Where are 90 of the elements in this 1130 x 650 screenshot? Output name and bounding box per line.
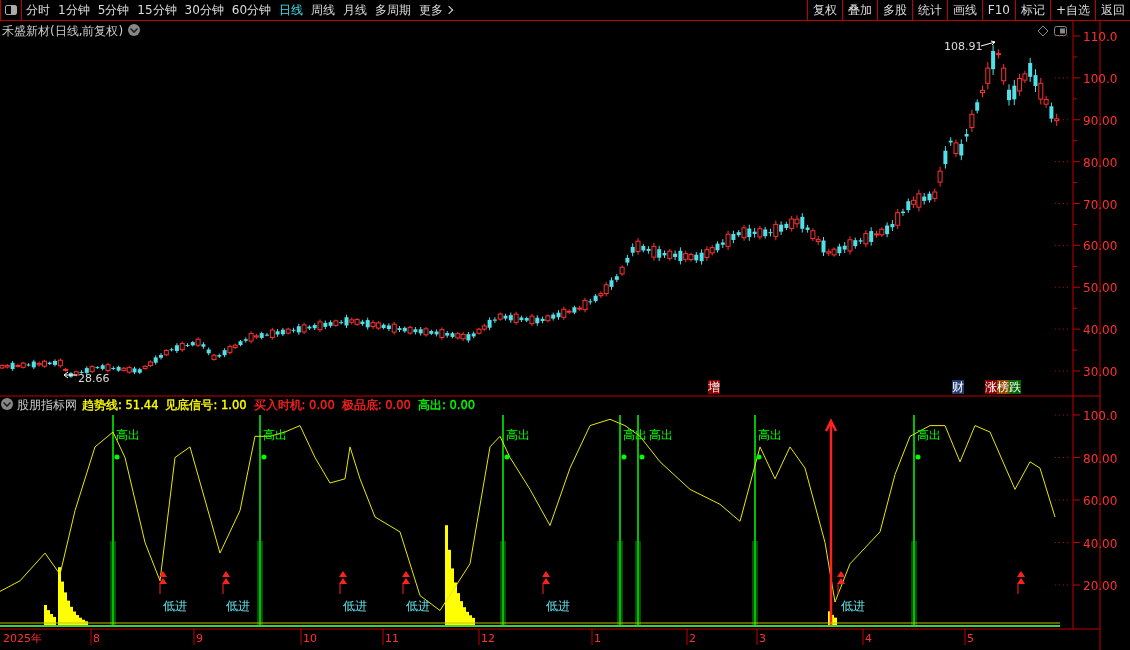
date-label: 5 [967, 632, 974, 645]
event-tag: 财 [952, 380, 964, 394]
legend-value: 见底信号: 1.00 [165, 398, 247, 412]
period-tab[interactable]: 60分钟 [227, 0, 276, 20]
period-tab[interactable]: 月线 [339, 0, 372, 20]
signal-label: 低进 [163, 599, 187, 613]
up-arrow-icon [402, 571, 410, 595]
period-tab[interactable]: 分时 [22, 0, 54, 20]
axis-label: 90.00 [1083, 113, 1118, 128]
toolbar-button[interactable]: 多股 [876, 0, 912, 20]
axis-label: 60.00 [1083, 239, 1118, 254]
indicator-name: 股朋指标网 [17, 398, 77, 412]
up-arrow-icon [159, 571, 167, 595]
axis-label: 80.00 [1083, 451, 1118, 466]
up-arrow-icon [222, 571, 230, 595]
signal-dot-icon [114, 454, 120, 460]
event-tag: 增 [708, 380, 720, 394]
period-tab[interactable]: 30分钟 [180, 0, 228, 20]
date-label: 3 [759, 632, 766, 645]
collapse-icon [1, 398, 13, 410]
toolbar-button[interactable]: 画线 [946, 0, 982, 20]
toolbar-button[interactable]: 标记 [1014, 0, 1050, 20]
axis-label: 50.00 [1083, 281, 1118, 296]
event-tag: 榜 [997, 380, 1009, 394]
signal-label: 低进 [343, 599, 367, 613]
stock-title: 禾盛新材(日线,前复权) [2, 24, 124, 38]
axis-label: 20.00 [1083, 579, 1118, 593]
signal-dot-icon [756, 454, 762, 460]
axis-label: 30.00 [1083, 365, 1118, 379]
up-arrow-icon [1017, 571, 1025, 595]
high-price-label: 108.91 [944, 40, 983, 53]
signal-arrow-icon [824, 418, 838, 628]
signal-label: 低进 [546, 599, 570, 613]
axis-label: 40.00 [1083, 536, 1118, 551]
legend-value: 高出: 0.00 [417, 398, 475, 412]
date-label: 8 [93, 632, 100, 645]
period-tab[interactable]: 日线 [275, 0, 308, 20]
toolbar-button[interactable]: +自选 [1049, 0, 1095, 20]
toolbar-button[interactable]: 叠加 [841, 0, 877, 20]
signal-dot-icon [261, 454, 267, 460]
toolbar-button[interactable]: 复权 [806, 0, 842, 20]
date-label: 12 [481, 632, 495, 645]
signal-dot-icon [639, 454, 645, 460]
period-tab[interactable]: 多周期 [371, 0, 416, 20]
dropdown-icon [128, 24, 140, 36]
signal-label: 高出 [758, 428, 782, 442]
axis-label: 100.0 [1083, 409, 1118, 423]
date-label: 10 [303, 632, 317, 645]
date-label: 1 [594, 632, 601, 645]
axis-label: 80.00 [1083, 155, 1118, 170]
date-label: 2025年 [3, 632, 42, 645]
signal-dot-icon [621, 454, 627, 460]
signal-dot-icon [915, 454, 921, 460]
legend-value: 极品底: 0.00 [341, 398, 411, 412]
axis-label: 110.0 [1083, 30, 1118, 44]
toolbar-button[interactable]: 返回 [1095, 0, 1130, 20]
signal-label: 高出 [917, 428, 941, 442]
legend-value: 买入时机: 0.00 [253, 398, 335, 412]
low-price-label: 28.66 [78, 372, 110, 385]
date-label: 4 [865, 632, 872, 645]
period-tab[interactable]: 5分钟 [93, 0, 134, 20]
date-label: 9 [196, 632, 203, 645]
panel-toggle-icon[interactable] [0, 0, 22, 20]
axis-label: 70.00 [1083, 197, 1118, 212]
panel-toggle-icon [1054, 26, 1067, 36]
date-label: 11 [385, 632, 399, 645]
period-tab[interactable]: 1分钟 [54, 0, 94, 20]
diamond-icon [1037, 25, 1049, 37]
signal-label: 高出 [116, 428, 140, 442]
axis-label: 60.00 [1083, 494, 1118, 508]
up-arrow-icon [339, 571, 347, 595]
signal-label: 低进 [406, 599, 430, 613]
period-tab[interactable]: 15分钟 [133, 0, 181, 20]
signal-label: 高出 [506, 428, 530, 442]
toolbar-button[interactable]: F10 [981, 0, 1015, 20]
legend-value: 趋势线: 51.44 [82, 398, 159, 412]
axis-label: 100.0 [1083, 71, 1118, 86]
signal-label: 高出 [649, 428, 673, 442]
signal-label: 低进 [226, 599, 250, 613]
toolbar-button[interactable]: 统计 [911, 0, 947, 20]
up-arrow-icon [542, 571, 550, 595]
event-tag: 涨 [985, 380, 997, 394]
event-tag: 跌 [1009, 380, 1021, 394]
up-arrow-icon [837, 571, 845, 595]
period-tab[interactable]: 周线 [307, 0, 340, 20]
more-button[interactable]: 更多 [415, 0, 457, 20]
axis-label: 40.00 [1083, 323, 1118, 338]
signal-dot-icon [504, 454, 510, 460]
signal-label: 低进 [841, 599, 865, 613]
date-label: 2 [689, 632, 696, 645]
